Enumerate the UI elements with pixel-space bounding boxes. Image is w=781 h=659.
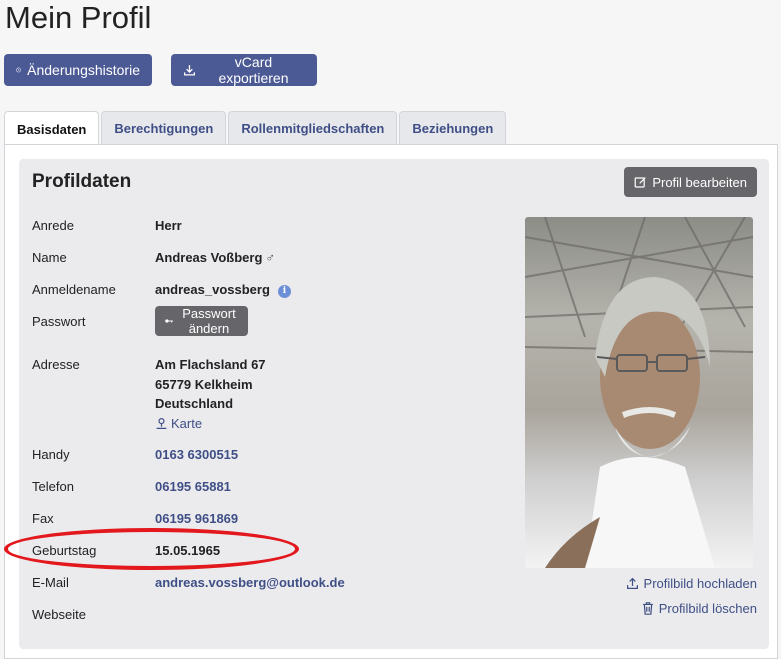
username-label: Anmeldename: [32, 282, 116, 297]
fax-link[interactable]: 06195 961869: [155, 511, 238, 526]
vcard-button-label: vCard exportieren: [218, 54, 289, 86]
card-title: Profildaten: [32, 171, 132, 192]
address-label: Adresse: [32, 357, 80, 372]
history-button[interactable]: Änderungshistorie: [4, 54, 152, 86]
birthday-value: 15.05.1965: [155, 543, 221, 558]
map-pin-icon: [156, 417, 167, 429]
profile-card: Profildaten Profil bearbeiten Anrede Her…: [19, 159, 769, 649]
tab-beziehungen[interactable]: Beziehungen: [399, 111, 507, 145]
phone-link[interactable]: 06195 65881: [155, 479, 231, 494]
salutation-value: Herr: [155, 218, 182, 233]
upload-photo-label: Profilbild hochladen: [643, 576, 757, 591]
website-label: Webseite: [32, 607, 86, 622]
password-label: Passwort: [32, 314, 86, 329]
map-link[interactable]: Karte: [155, 414, 266, 434]
username-value-wrap: andreas_vossberg i: [155, 282, 291, 298]
info-icon[interactable]: i: [277, 284, 291, 298]
edit-profile-label: Profil bearbeiten: [652, 174, 747, 190]
username-value: andreas_vossberg: [155, 282, 270, 297]
tab-basisdaten[interactable]: Basisdaten: [4, 111, 100, 146]
change-password-button[interactable]: Passwort ändern: [155, 306, 249, 336]
tab-panel: Profildaten Profil bearbeiten Anrede Her…: [4, 144, 778, 659]
history-button-label: Änderungshistorie: [27, 62, 140, 78]
key-icon: [165, 319, 173, 323]
phone-label: Telefon: [32, 479, 74, 494]
mobile-link[interactable]: 0163 6300515: [155, 447, 238, 462]
salutation-label: Anrede: [32, 218, 74, 233]
vcard-export-button[interactable]: vCard exportieren: [171, 54, 317, 86]
change-password-label: Passwort ändern: [182, 306, 236, 336]
delete-photo-link[interactable]: Profilbild löschen: [642, 601, 757, 616]
profile-photo: [525, 217, 753, 568]
address-country: Deutschland: [155, 396, 234, 411]
email-label: E-Mail: [32, 575, 69, 590]
delete-photo-label: Profilbild löschen: [658, 601, 757, 616]
address-city: 65779 Kelkheim: [155, 376, 253, 392]
male-gender-icon: ♂: [265, 250, 276, 265]
upload-photo-link[interactable]: Profilbild hochladen: [626, 576, 757, 591]
email-link[interactable]: andreas.vossberg@outlook.de: [155, 575, 345, 590]
tab-rollenmitgliedschaften[interactable]: Rollenmitgliedschaften: [228, 111, 398, 145]
upload-icon: [626, 577, 638, 589]
mobile-label: Handy: [32, 447, 70, 462]
fax-label: Fax: [32, 511, 54, 526]
name-label: Name: [32, 250, 67, 265]
address-street: Am Flachsland 67: [155, 357, 266, 372]
tab-berechtigungen[interactable]: Berechtigungen: [101, 111, 227, 145]
name-value: Andreas Voßberg: [155, 250, 263, 265]
edit-icon: [634, 176, 647, 188]
trash-icon: [642, 602, 653, 615]
download-icon: [183, 65, 195, 76]
address-value: Am Flachsland 67 65779 Kelkheim Deutschl…: [155, 355, 266, 433]
birthday-label: Geburtstag: [32, 543, 97, 558]
edit-profile-button[interactable]: Profil bearbeiten: [624, 167, 757, 197]
page-title: Mein Profil: [5, 0, 152, 35]
clock-icon: [16, 67, 21, 73]
tab-bar: Basisdaten Berechtigungen Rollenmitglied…: [4, 111, 507, 146]
map-link-label: Karte: [171, 415, 203, 431]
name-value-wrap: Andreas Voßberg ♂: [155, 250, 275, 265]
profile-photo-illustration: [525, 217, 753, 568]
